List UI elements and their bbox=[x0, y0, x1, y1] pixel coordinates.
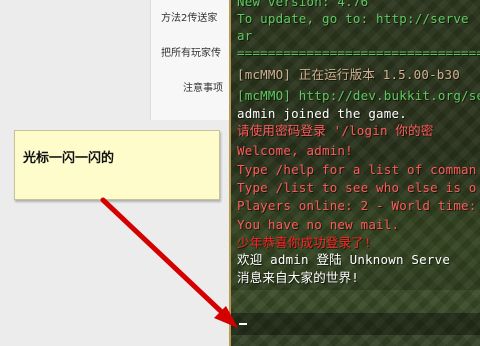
annotation-arrow bbox=[100, 197, 238, 328]
page: 方法2传送家 把所有玩家传 注意事项 New version: 4.76 To … bbox=[0, 0, 480, 346]
arrow-line bbox=[100, 197, 231, 321]
